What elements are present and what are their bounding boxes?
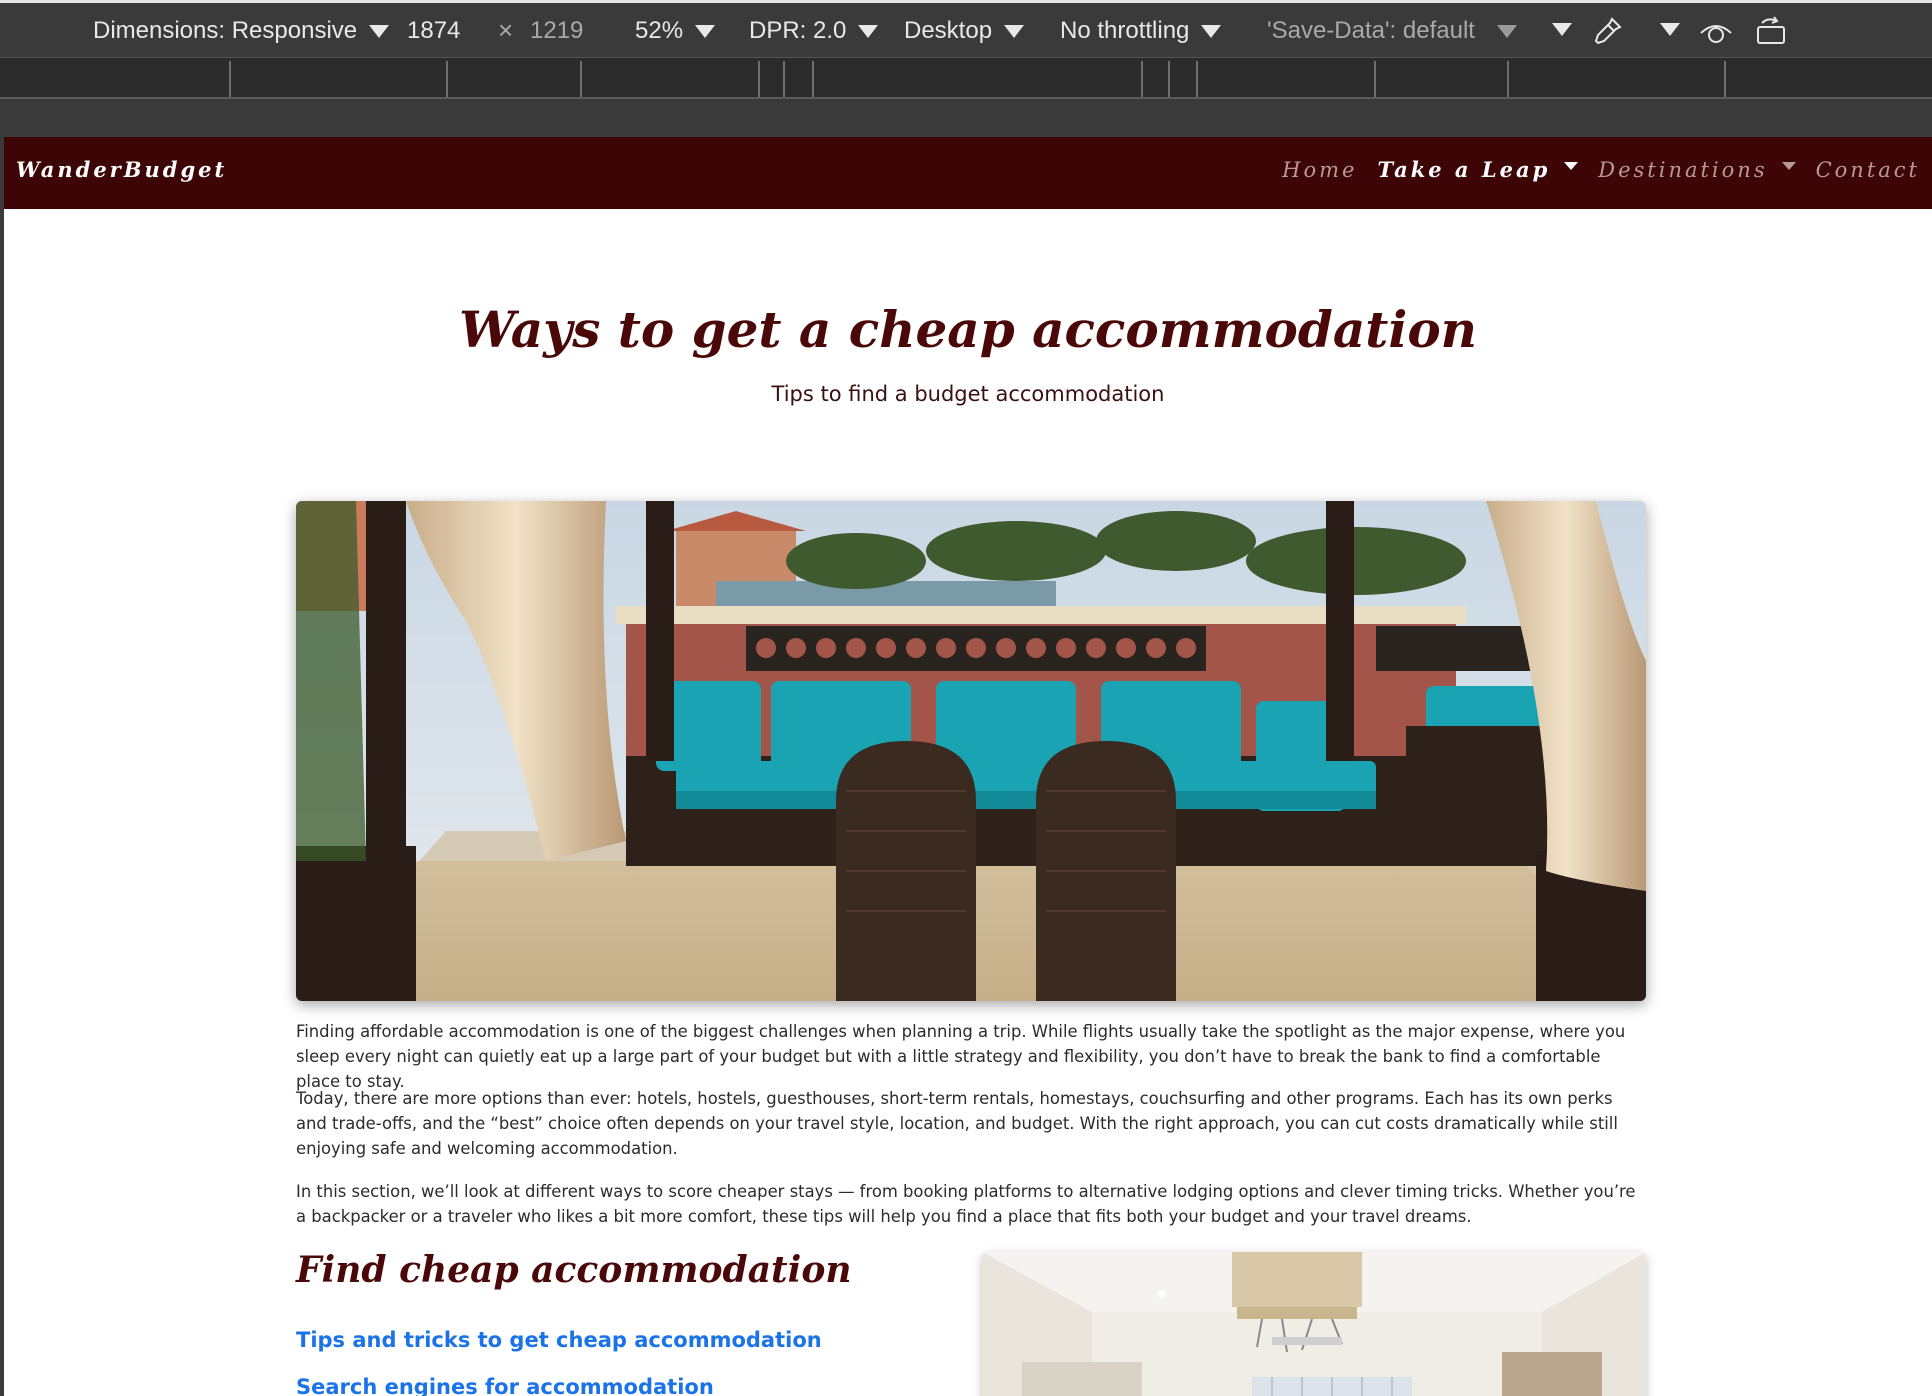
height-input[interactable]: 1219 (530, 17, 583, 45)
width-value: 1874 (407, 17, 461, 44)
navbar: WanderBudget Home Take a Leap Destinatio… (4, 137, 1932, 209)
save-data-value: 'Save-Data': default (1267, 17, 1475, 44)
zoom-value: 52% (635, 17, 684, 44)
save-data-dropdown[interactable]: 'Save-Data': default (1267, 17, 1517, 45)
patio-illustration (296, 501, 1646, 1001)
vision-dropdown[interactable] (1660, 23, 1680, 36)
nav-destinations[interactable]: Destinations (1598, 158, 1796, 182)
times-icon: × (498, 15, 514, 45)
chevron-down-icon (1201, 24, 1222, 38)
chevron-down-icon (695, 24, 716, 38)
link-tips-and-tricks[interactable]: Tips and tricks to get cheap accommodati… (296, 1328, 822, 1352)
intro-paragraph-3: In this section, we’ll look at different… (296, 1182, 1636, 1226)
rotate-icon (1757, 16, 1785, 44)
chevron-down-icon (858, 24, 879, 38)
width-input[interactable]: 1874 (407, 17, 460, 45)
device-toolbar-row: Dimensions: Responsive 1874 × 1219 52% D… (0, 3, 1932, 57)
height-value: 1219 (530, 17, 584, 44)
chevron-down-icon (1496, 24, 1517, 38)
dpr-dropdown[interactable]: DPR: 2.0 (749, 17, 879, 45)
nav-take-a-leap[interactable]: Take a Leap (1377, 157, 1579, 182)
link-search-engines[interactable]: Search engines for accommodation (296, 1375, 714, 1396)
dimensions-dropdown[interactable]: Dimensions: Responsive (93, 17, 390, 45)
zoom-dropdown[interactable]: 52% (635, 17, 716, 45)
device-type-value: Desktop (904, 17, 993, 44)
throttling-value: No throttling (1060, 17, 1190, 44)
vision-icon (1700, 25, 1732, 43)
page-viewport: WanderBudget Home Take a Leap Destinatio… (0, 137, 1932, 1396)
eyedropper-icon (1594, 17, 1622, 45)
eyedropper-button[interactable] (1590, 15, 1624, 49)
intro-paragraph-2: Today, there are more options than ever:… (296, 1089, 1618, 1158)
page-subtitle: Tips to find a budget accommodation (771, 382, 1165, 406)
page-title: Ways to get a cheap accommodation (458, 300, 1478, 359)
rotate-button[interactable] (1754, 15, 1790, 47)
throttling-dropdown[interactable]: No throttling (1060, 17, 1222, 45)
chevron-down-icon (1660, 23, 1680, 36)
hero-image-patio (296, 501, 1646, 1001)
chevron-down-icon (369, 24, 390, 38)
brand-logo[interactable]: WanderBudget (16, 157, 227, 182)
vision-button[interactable] (1698, 17, 1734, 47)
room-illustration (982, 1252, 1646, 1396)
dpr-value: DPR: 2.0 (749, 17, 847, 44)
nav-home[interactable]: Home (1282, 158, 1357, 182)
device-frame-gap (0, 99, 1932, 140)
media-query-ruler[interactable] (0, 57, 1932, 99)
device-type-dropdown[interactable]: Desktop (904, 17, 1025, 45)
nav-contact[interactable]: Contact (1816, 158, 1920, 182)
room-image (982, 1252, 1646, 1396)
chevron-down-icon (1004, 24, 1025, 38)
chevron-down-icon (1552, 23, 1572, 36)
intro-paragraph-1: Finding affordable accommodation is one … (296, 1022, 1626, 1091)
devtools-device-toolbar: Dimensions: Responsive 1874 × 1219 52% D… (0, 0, 1932, 140)
dimensions-label: Dimensions: Responsive (93, 17, 358, 44)
caret-down-icon (1781, 161, 1796, 170)
section-title: Find cheap accommodation (296, 1249, 852, 1291)
caret-down-icon (1564, 161, 1579, 170)
main-nav: Home Take a Leap Destinations Contact (1262, 157, 1920, 182)
more-options-dropdown[interactable] (1552, 23, 1572, 36)
